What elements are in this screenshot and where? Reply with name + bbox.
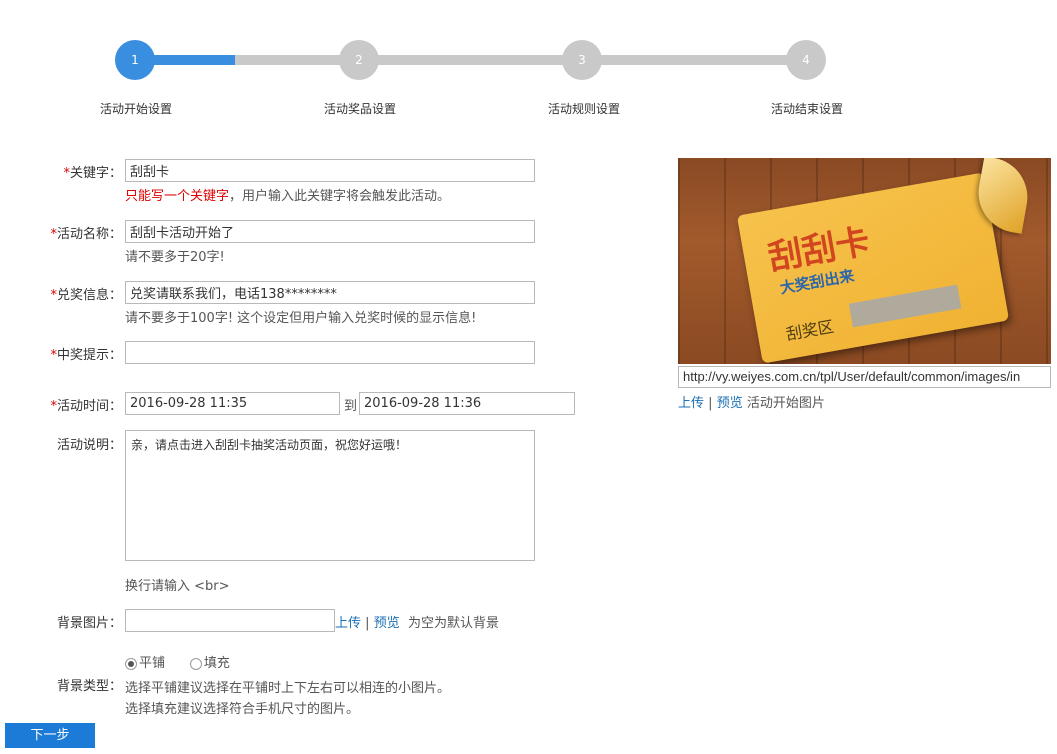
radio-selected-icon[interactable]: [125, 657, 137, 670]
time-to-label: 到: [344, 399, 358, 414]
time-label: *活动时间：: [4, 395, 122, 414]
image-url-field[interactable]: http://vy.weiyes.com.cn/tpl/User/default…: [678, 366, 1051, 388]
bg-preview-link[interactable]: 预览: [374, 616, 400, 631]
name-label-text: 活动名称：: [56, 227, 122, 242]
end-time-input[interactable]: [359, 392, 575, 415]
bg-upload-link[interactable]: 上传: [335, 616, 361, 631]
keyword-label-text: 关键字：: [69, 166, 122, 181]
redeem-label: *兑奖信息：: [4, 284, 122, 303]
keyword-hint-warning: 只能写一个关键字: [125, 189, 230, 204]
redeem-info-input[interactable]: [125, 281, 535, 304]
keyword-input[interactable]: [125, 159, 535, 182]
image-actions: 上传 | 预览 活动开始图片: [678, 392, 825, 411]
radio-unselected-icon[interactable]: [189, 657, 202, 670]
step-1-circle[interactable]: 1: [115, 40, 155, 80]
name-label: *活动名称：: [4, 223, 122, 242]
next-step-button[interactable]: 下一步: [5, 723, 95, 748]
step-2-label: 活动奖品设置: [323, 102, 396, 116]
bg-type-fill-option[interactable]: 填充: [189, 656, 230, 671]
bg-type-tile-option[interactable]: 平铺: [125, 656, 165, 671]
step-3-circle[interactable]: 3: [562, 40, 602, 80]
step-1-label: 活动开始设置: [99, 102, 172, 116]
bg-type-fill-label: 填充: [203, 656, 230, 671]
bg-type-desc-1: 选择平铺建议选择在平铺时上下左右可以相连的小图片。: [125, 681, 451, 696]
bg-type-options: 平铺 填充: [125, 652, 230, 671]
prize-tip-label: *中奖提示：: [4, 344, 122, 363]
desc-hint: 换行请输入 <br>: [125, 579, 230, 594]
prize-tip-input[interactable]: [125, 341, 535, 364]
activity-name-input[interactable]: [125, 220, 535, 243]
scratch-area: [848, 284, 962, 328]
keyword-label: *关键字：: [4, 162, 122, 181]
description-textarea[interactable]: 亲，请点击进入刮刮卡抽奖活动页面，祝您好运哦！: [125, 430, 535, 561]
time-label-text: 活动时间：: [56, 399, 122, 414]
redeem-label-text: 兑奖信息：: [56, 288, 122, 303]
step-4-circle[interactable]: 4: [786, 40, 826, 80]
start-time-input[interactable]: [125, 392, 340, 415]
bg-image-note: 为空为默认背景: [407, 616, 499, 631]
activity-start-image: 刮刮卡 大奖刮出来 刮奖区: [678, 158, 1051, 364]
keyword-hint: 只能写一个关键字，用户输入此关键字将会触发此活动。: [125, 185, 450, 204]
redeem-hint: 请不要多于100字! 这个设定但用户输入兑奖时候的显示信息!: [125, 311, 477, 326]
step-track: [135, 55, 807, 65]
bg-image-label: 背景图片：: [56, 616, 122, 631]
image-preview-link[interactable]: 预览: [717, 396, 743, 411]
desc-label: 活动说明：: [56, 438, 122, 453]
image-upload-link[interactable]: 上传: [678, 396, 704, 411]
keyword-hint-text: ，用户输入此关键字将会触发此活动。: [229, 189, 451, 204]
bg-type-label: 背景类型：: [56, 679, 122, 694]
image-caption: 活动开始图片: [746, 396, 825, 411]
step-4-label: 活动结束设置: [770, 102, 843, 116]
separator: |: [708, 396, 713, 411]
step-progress: 1 2 3 4 活动开始设置 活动奖品设置 活动规则设置 活动结束设置: [0, 0, 1057, 130]
separator: |: [365, 616, 370, 631]
bg-type-desc-2: 选择填充建议选择符合手机尺寸的图片。: [125, 702, 360, 717]
step-2-circle[interactable]: 2: [339, 40, 379, 80]
bg-image-actions: 上传 | 预览 为空为默认背景: [335, 612, 499, 631]
card-scratch-area-label: 刮奖区: [784, 316, 836, 344]
name-hint: 请不要多于20字!: [125, 250, 225, 265]
bg-type-tile-label: 平铺: [139, 656, 166, 671]
step-3-label: 活动规则设置: [547, 102, 620, 116]
prize-tip-label-text: 中奖提示：: [56, 348, 122, 363]
scratch-card-graphic: 刮刮卡 大奖刮出来 刮奖区: [736, 172, 1010, 364]
bg-image-input[interactable]: [125, 609, 335, 632]
